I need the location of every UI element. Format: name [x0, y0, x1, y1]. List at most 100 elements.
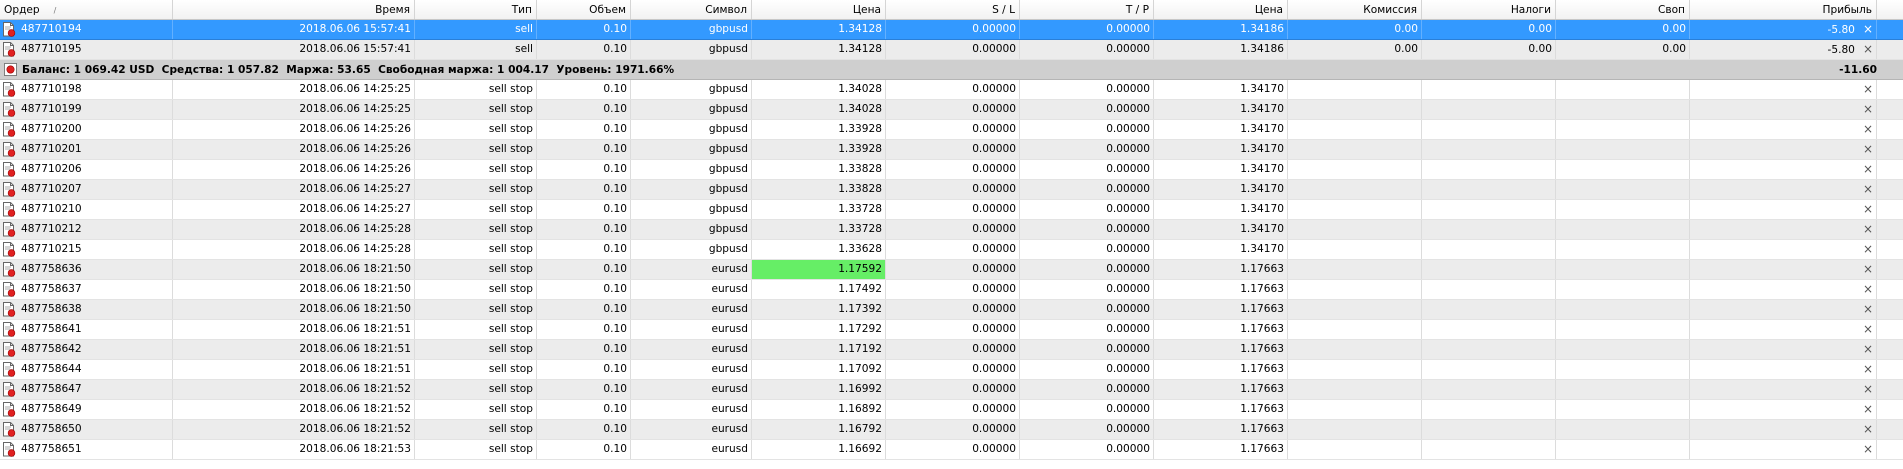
table-row[interactable]: 487710210 2018.06.06 14:25:27 sell stop 0.1… [0, 200, 1903, 220]
table-row[interactable]: 487710212 2018.06.06 14:25:28 sell stop 0.1… [0, 220, 1903, 240]
cell-commission [1288, 360, 1422, 379]
close-icon[interactable]: × [1863, 162, 1873, 176]
close-icon[interactable]: × [1863, 22, 1873, 36]
close-icon[interactable]: × [1863, 42, 1873, 56]
column-header-label: Тип [511, 4, 532, 16]
column-header-volume[interactable]: Объем [537, 0, 631, 19]
table-row[interactable]: 487758644 2018.06.06 18:21:51 sell stop 0.1… [0, 360, 1903, 380]
table-row[interactable]: 487758650 2018.06.06 18:21:52 sell stop 0.1… [0, 420, 1903, 440]
table-row[interactable]: 487710198 2018.06.06 14:25:25 sell stop 0.1… [0, 80, 1903, 100]
column-header-commission[interactable]: Комиссия [1288, 0, 1422, 19]
order-number: 487710200 [21, 123, 82, 135]
cell-time: 2018.06.06 14:25:26 [173, 160, 415, 179]
cell-symbol: gbpusd [631, 20, 752, 39]
cell-sl: 0.00000 [886, 340, 1020, 359]
cell-taxes [1422, 380, 1556, 399]
table-row[interactable]: 487710194 2018.06.06 15:57:41 sell 0.10 gbpu… [0, 20, 1903, 40]
table-row[interactable]: 487710215 2018.06.06 14:25:28 sell stop 0.1… [0, 240, 1903, 260]
table-row[interactable]: 487758651 2018.06.06 18:21:53 sell stop 0.1… [0, 440, 1903, 460]
table-row[interactable]: 487710199 2018.06.06 14:25:25 sell stop 0.1… [0, 100, 1903, 120]
close-icon[interactable]: × [1863, 142, 1873, 156]
close-icon[interactable]: × [1863, 442, 1873, 456]
cell-price: 1.33928 [752, 120, 886, 139]
table-row[interactable]: 487758642 2018.06.06 18:21:51 sell stop 0.1… [0, 340, 1903, 360]
cell-price: 1.33628 [752, 240, 886, 259]
cell-swap [1556, 120, 1690, 139]
table-row[interactable]: 487758637 2018.06.06 18:21:50 sell stop 0.1… [0, 280, 1903, 300]
cell-commission [1288, 280, 1422, 299]
cell-commission [1288, 420, 1422, 439]
order-number: 487758650 [21, 423, 82, 435]
document-order-icon [3, 382, 16, 397]
document-order-icon [3, 122, 16, 137]
close-icon[interactable]: × [1863, 402, 1873, 416]
column-header-label: Объем [589, 4, 626, 16]
column-header-time[interactable]: Время [173, 0, 415, 19]
close-icon[interactable]: × [1863, 382, 1873, 396]
cell-swap [1556, 100, 1690, 119]
cell-taxes [1422, 320, 1556, 339]
close-icon[interactable]: × [1863, 282, 1873, 296]
close-icon[interactable]: × [1863, 362, 1873, 376]
cell-price: 1.16792 [752, 420, 886, 439]
table-row[interactable]: 487758636 2018.06.06 18:21:50 sell stop 0.1… [0, 260, 1903, 280]
cell-type: sell stop [415, 240, 537, 259]
cell-commission [1288, 80, 1422, 99]
document-order-icon [3, 182, 16, 197]
table-row[interactable]: 487710195 2018.06.06 15:57:41 sell 0.10 gbpu… [0, 40, 1903, 60]
balance-summary-row: Баланс: 1 069.42 USD Средства: 1 057.82 … [0, 60, 1903, 80]
close-icon[interactable]: × [1863, 122, 1873, 136]
cell-type: sell stop [415, 280, 537, 299]
total-profit-value: -11.60 [1839, 63, 1877, 76]
close-icon[interactable]: × [1863, 422, 1873, 436]
table-row[interactable]: 487710201 2018.06.06 14:25:26 sell stop 0.1… [0, 140, 1903, 160]
column-header-tp[interactable]: T / P [1020, 0, 1154, 19]
cell-volume: 0.10 [537, 280, 631, 299]
cell-price2: 1.17663 [1154, 280, 1288, 299]
column-header-price[interactable]: Цена [752, 0, 886, 19]
column-header-symbol[interactable]: Символ [631, 0, 752, 19]
close-icon[interactable]: × [1863, 182, 1873, 196]
cell-time: 2018.06.06 18:21:50 [173, 260, 415, 279]
cell-order: 487758644 [0, 360, 173, 379]
cell-volume: 0.10 [537, 200, 631, 219]
cell-price: 1.17192 [752, 340, 886, 359]
column-header-taxes[interactable]: Налоги [1422, 0, 1556, 19]
cell-price: 1.17392 [752, 300, 886, 319]
cell-volume: 0.10 [537, 220, 631, 239]
close-icon[interactable]: × [1863, 102, 1873, 116]
document-order-icon [3, 322, 16, 337]
table-row[interactable]: 487710207 2018.06.06 14:25:27 sell stop 0.1… [0, 180, 1903, 200]
close-icon[interactable]: × [1863, 222, 1873, 236]
order-number: 487710210 [21, 203, 82, 215]
table-row[interactable]: 487710200 2018.06.06 14:25:26 sell stop 0.1… [0, 120, 1903, 140]
cell-swap [1556, 400, 1690, 419]
cell-price2: 1.34170 [1154, 100, 1288, 119]
cell-profit: × [1690, 420, 1877, 439]
cell-sl: 0.00000 [886, 80, 1020, 99]
close-icon[interactable]: × [1863, 82, 1873, 96]
cell-price: 1.17492 [752, 280, 886, 299]
column-header-sl[interactable]: S / L [886, 0, 1020, 19]
cell-time: 2018.06.06 18:21:50 [173, 300, 415, 319]
table-row[interactable]: 487710206 2018.06.06 14:25:26 sell stop 0.1… [0, 160, 1903, 180]
cell-order: 487758638 [0, 300, 173, 319]
column-header-price2[interactable]: Цена [1154, 0, 1288, 19]
table-row[interactable]: 487758641 2018.06.06 18:21:51 sell stop 0.1… [0, 320, 1903, 340]
close-icon[interactable]: × [1863, 262, 1873, 276]
profit-value: -5.80 [1827, 24, 1855, 36]
column-header-profit[interactable]: Прибыль [1690, 0, 1877, 19]
table-row[interactable]: 487758638 2018.06.06 18:21:50 sell stop 0.1… [0, 300, 1903, 320]
column-header-type[interactable]: Тип [415, 0, 537, 19]
close-icon[interactable]: × [1863, 302, 1873, 316]
column-header-swap[interactable]: Своп [1556, 0, 1690, 19]
column-header-order[interactable]: Ордер / [0, 0, 173, 19]
document-order-icon [3, 422, 16, 437]
table-row[interactable]: 487758649 2018.06.06 18:21:52 sell stop 0.1… [0, 400, 1903, 420]
close-icon[interactable]: × [1863, 202, 1873, 216]
close-icon[interactable]: × [1863, 242, 1873, 256]
table-row[interactable]: 487758647 2018.06.06 18:21:52 sell stop 0.1… [0, 380, 1903, 400]
document-order-icon [3, 222, 16, 237]
close-icon[interactable]: × [1863, 322, 1873, 336]
close-icon[interactable]: × [1863, 342, 1873, 356]
